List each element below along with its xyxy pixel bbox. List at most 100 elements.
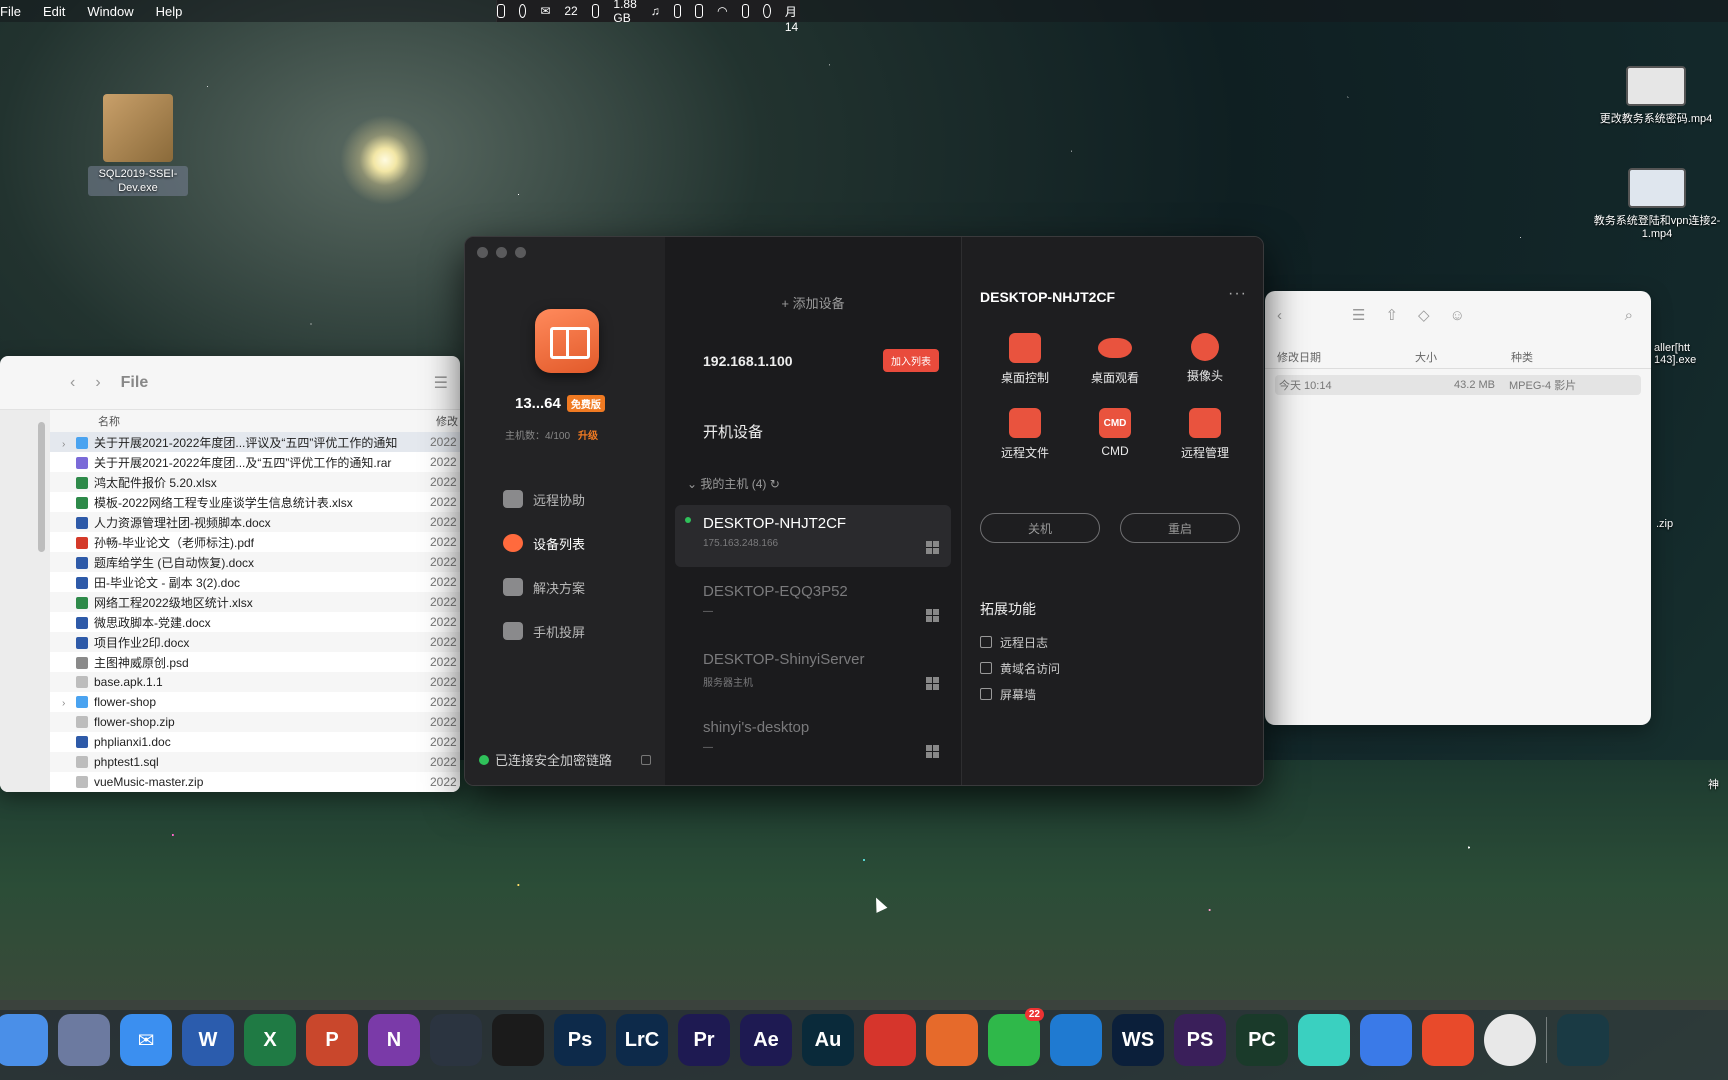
dock-app-iina[interactable] — [1557, 1014, 1609, 1066]
dock-app-lightroom[interactable]: LrC — [616, 1014, 668, 1066]
file-row[interactable]: › 关于开展2021-2022年度团...评议及“五四”评优工作的通知 2022 — [50, 432, 460, 452]
file-row[interactable]: 主图神威原创.psd 2022 — [50, 652, 460, 672]
file-row[interactable]: 人力资源管理社团-视频脚本.docx 2022 — [50, 512, 460, 532]
dock-app-webstorm[interactable]: WS — [1112, 1014, 1164, 1066]
file-row[interactable]: 鸿太配件报价 5.20.xlsx 2022 — [50, 472, 460, 492]
file-row[interactable]: 田-毕业论文 - 副本 3(2).doc 2022 — [50, 572, 460, 592]
scrollbar[interactable] — [38, 422, 45, 552]
dock-app-finalcut[interactable] — [492, 1014, 544, 1066]
column-name-header[interactable]: 名称 — [50, 410, 430, 432]
dock-app-infuse[interactable] — [1298, 1014, 1350, 1066]
file-row[interactable]: 网络工程2022级地区统计.xlsx 2022 — [50, 592, 460, 612]
file-row[interactable]: phplianxi1.doc 2022 — [50, 732, 460, 752]
restart-button[interactable]: 重启 — [1120, 513, 1240, 543]
action-arrows[interactable]: 桌面控制 — [980, 333, 1070, 386]
dock-app-photoshop[interactable]: Ps — [554, 1014, 606, 1066]
menu-help[interactable]: Help — [156, 4, 183, 19]
my-hosts-group[interactable]: ⌄ 我的主机 (4) ↻ — [687, 475, 780, 492]
upgrade-link[interactable]: 升级 — [578, 431, 598, 442]
extension-item[interactable]: 远程日志 — [980, 629, 1060, 655]
siri-icon[interactable] — [763, 4, 771, 18]
memory-icon[interactable] — [591, 4, 600, 18]
device-item[interactable]: DESKTOP-ShinyiServer 服务器主机 — [675, 641, 951, 703]
disclosure-icon[interactable]: › — [62, 698, 76, 709]
dock-app-wechat[interactable]: 22 — [988, 1008, 1044, 1066]
dock-app-launchpad[interactable] — [58, 1014, 110, 1066]
dock-app-feishu[interactable] — [1360, 1014, 1412, 1066]
dock-app-firefox[interactable] — [926, 1014, 978, 1066]
dock-app-vscode[interactable] — [1050, 1014, 1102, 1066]
action-eye[interactable]: 桌面观看 — [1070, 333, 1160, 386]
dock-app-netease-music[interactable] — [864, 1014, 916, 1066]
action-folder[interactable]: 远程文件 — [980, 408, 1070, 461]
list-view-icon[interactable]: ☰ — [434, 373, 448, 393]
file-row[interactable]: base.apk.1.1 2022 — [50, 672, 460, 692]
action-grid[interactable]: 远程管理 — [1160, 408, 1250, 461]
dock-app-todesk[interactable] — [1422, 1014, 1474, 1066]
file-row[interactable]: phptest1.sql 2022 — [50, 752, 460, 772]
file-row-selected[interactable]: 今天 10:14 43.2 MB MPEG-4 影片 — [1275, 375, 1641, 395]
dock-app-audition[interactable]: Au — [802, 1014, 854, 1066]
desktop-icon-video-2[interactable]: 教务系统登陆和vpn连接2-1.mp4 — [1592, 168, 1722, 240]
device-item[interactable]: DESKTOP-EQQ3P52 — — [675, 573, 951, 635]
file-row[interactable]: › flower-shop 2022 — [50, 692, 460, 712]
desktop-icon-sql-installer[interactable]: SQL2019-SSEI-Dev.exe — [88, 94, 188, 196]
desktop-icon-video-1[interactable]: 更改教务系统密码.mp4 — [1586, 66, 1726, 126]
dock-app-excel[interactable]: X — [244, 1014, 296, 1066]
nav-solutions[interactable]: 解决方案 — [503, 565, 585, 609]
ip-address[interactable]: 192.168.1.100 — [703, 353, 793, 369]
app-status-icon[interactable] — [497, 4, 505, 18]
dock-app-phpstorm[interactable]: PS — [1174, 1014, 1226, 1066]
tag-icon[interactable]: ◇ — [1418, 306, 1430, 324]
chevron-icon[interactable]: ‹ — [1277, 307, 1282, 324]
column-date-header[interactable]: 修改 — [430, 410, 460, 432]
clock-date[interactable]: 9月14 — [785, 0, 800, 34]
menu-edit[interactable]: Edit — [43, 4, 65, 19]
add-device-button[interactable]: + 添加设备 — [665, 293, 961, 312]
more-actions-icon[interactable]: ☺ — [1450, 307, 1465, 324]
dock-app-davinci[interactable] — [430, 1014, 482, 1066]
file-row[interactable]: 孙畅-毕业论文（老师标注).pdf 2022 — [50, 532, 460, 552]
column-kind-header[interactable]: 种类 — [1511, 349, 1533, 365]
lock-icon[interactable] — [641, 754, 651, 765]
extension-item[interactable]: 黄域名访问 — [980, 655, 1060, 681]
wifi-icon[interactable]: ◠ — [717, 4, 727, 18]
circle-status-icon[interactable] — [518, 4, 527, 18]
minimize-button[interactable] — [496, 247, 507, 258]
file-row[interactable]: flower-shop.zip 2022 — [50, 712, 460, 732]
refresh-icon[interactable]: ↻ — [770, 477, 780, 491]
shutdown-button[interactable]: 关机 — [980, 513, 1100, 543]
menu-window[interactable]: Window — [87, 4, 133, 19]
action-camera[interactable]: 摄像头 — [1160, 333, 1250, 386]
nav-phone-cast[interactable]: 手机投屏 — [503, 609, 585, 653]
file-row[interactable]: 关于开展2021-2022年度团...及“五四”评优工作的通知.rar 2022 — [50, 452, 460, 472]
nav-remote-assist[interactable]: 远程协助 — [503, 477, 585, 521]
share-icon[interactable]: ⇧ — [1385, 306, 1398, 324]
view-options-icon[interactable]: ☰ — [1352, 306, 1365, 324]
battery-icon[interactable] — [695, 4, 704, 18]
dock-app-pycharm[interactable]: PC — [1236, 1014, 1288, 1066]
control-center-icon[interactable] — [741, 4, 750, 18]
more-options-icon[interactable]: ··· — [1228, 285, 1247, 303]
device-item[interactable]: DESKTOP-NHJT2CF 175.163.248.166 — [675, 505, 951, 567]
dock-app-mail[interactable]: ✉ — [120, 1014, 172, 1066]
action-cmd[interactable]: CMD CMD — [1070, 408, 1160, 461]
column-date-header[interactable]: 修改日期 — [1265, 349, 1415, 365]
finder-window-secondary[interactable]: ‹ ☰ ⇧ ◇ ☺ ⌕ 修改日期 大小 种类 今天 10:14 43.2 MB … — [1265, 291, 1651, 725]
menu-file[interactable]: File — [0, 4, 21, 19]
back-icon[interactable]: ‹ — [70, 374, 75, 392]
column-size-header[interactable]: 大小 — [1415, 349, 1511, 365]
headphones-icon[interactable]: ♫ — [651, 4, 660, 18]
file-row[interactable]: 微思政脚本-党建.docx 2022 — [50, 612, 460, 632]
finder-window[interactable]: ‹ › File ☰ 名称 修改 › 关于开展2021-2022年度团...评议及… — [0, 356, 460, 792]
forward-icon[interactable]: › — [95, 374, 100, 392]
disclosure-icon[interactable]: › — [62, 439, 76, 450]
close-button[interactable] — [477, 247, 488, 258]
dock-app-circle-app[interactable] — [1484, 1014, 1536, 1066]
nav-device-list[interactable]: 设备列表 — [503, 521, 585, 565]
wechat-icon[interactable]: ✉ — [540, 4, 550, 18]
file-row[interactable]: 项目作业2印.docx 2022 — [50, 632, 460, 652]
file-row[interactable]: vueMusic-master.zip 2022 — [50, 772, 460, 792]
dock-app-premiere[interactable]: Pr — [678, 1014, 730, 1066]
file-row[interactable]: 模板-2022网络工程专业座谈学生信息统计表.xlsx 2022 — [50, 492, 460, 512]
